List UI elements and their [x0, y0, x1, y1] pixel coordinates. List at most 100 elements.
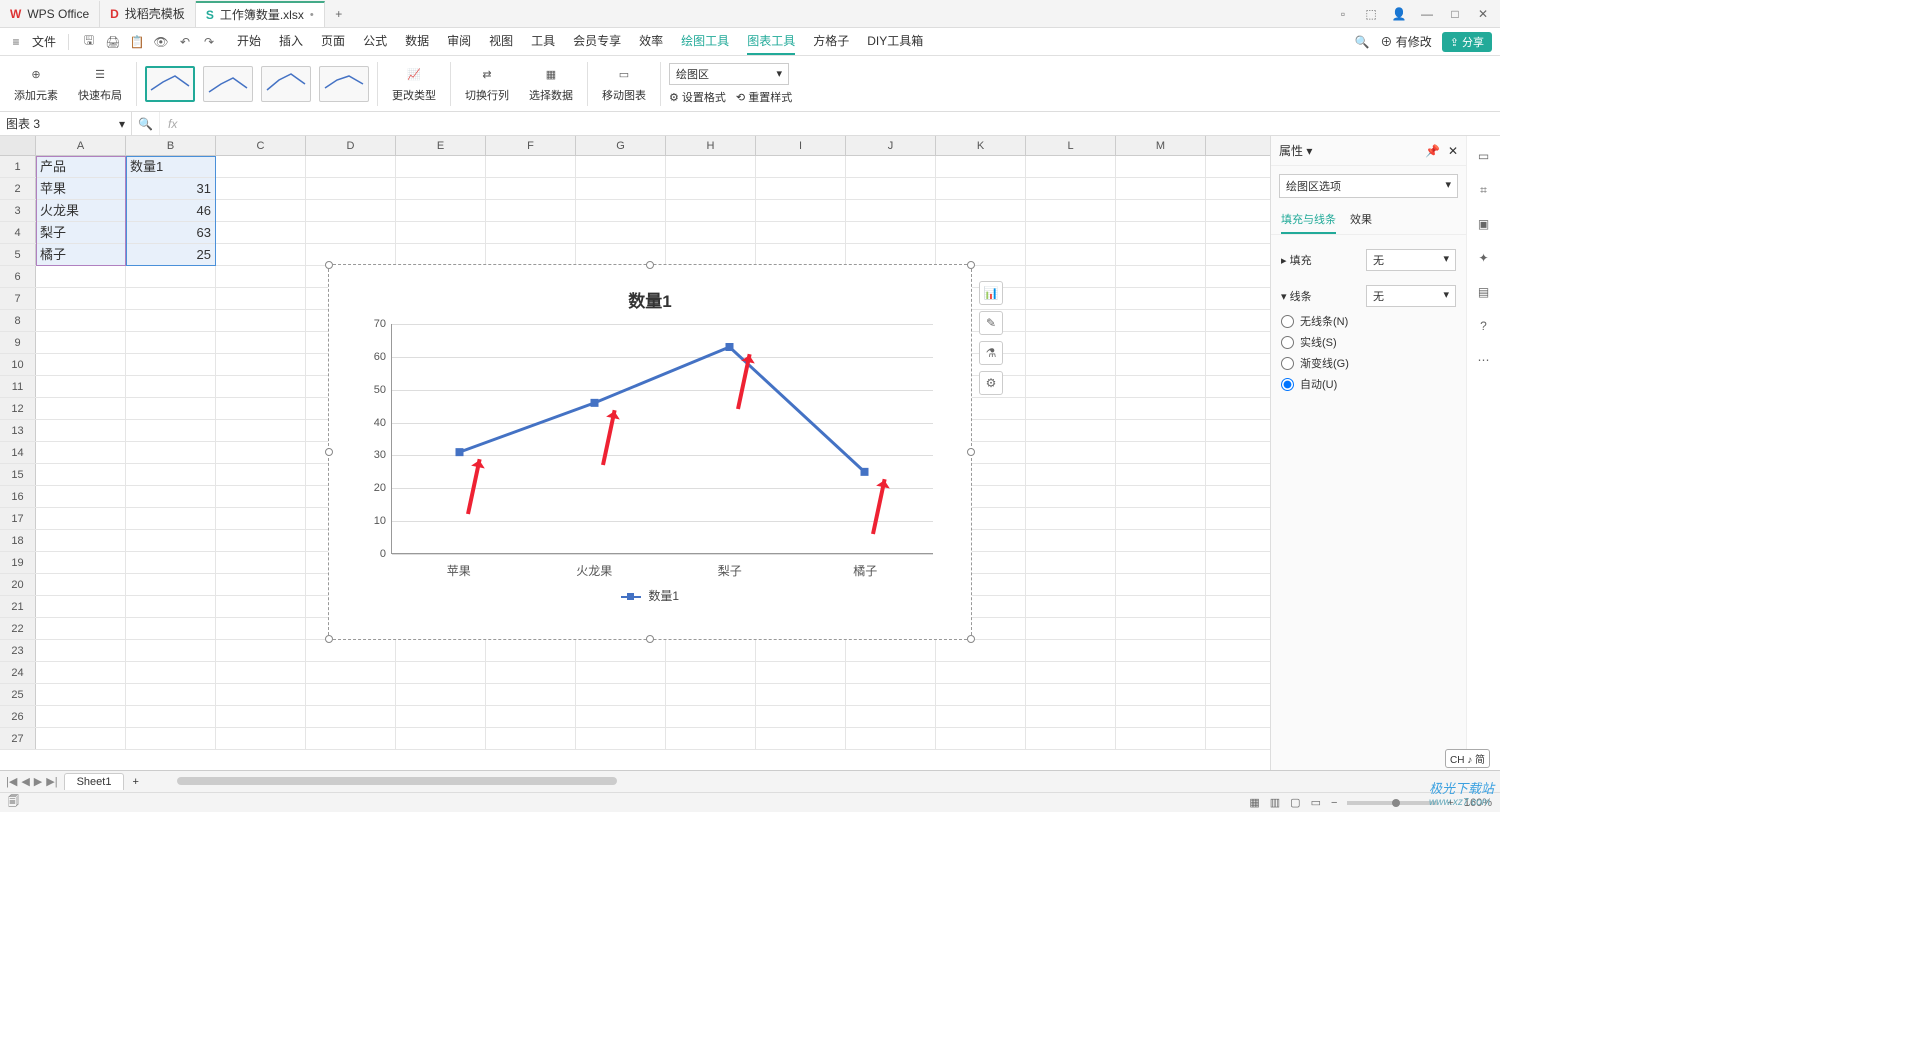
cell-M15[interactable] — [1116, 464, 1206, 485]
cell-M21[interactable] — [1116, 596, 1206, 617]
cell-F24[interactable] — [486, 662, 576, 683]
cell-C11[interactable] — [216, 376, 306, 397]
side-tool-4[interactable]: ▤ — [1474, 282, 1494, 302]
cell-B24[interactable] — [126, 662, 216, 683]
row-header-13[interactable]: 13 — [0, 420, 36, 441]
cell-M1[interactable] — [1116, 156, 1206, 177]
cell-M2[interactable] — [1116, 178, 1206, 199]
cell-C6[interactable] — [216, 266, 306, 287]
cell-C27[interactable] — [216, 728, 306, 749]
cell-C25[interactable] — [216, 684, 306, 705]
cell-D26[interactable] — [306, 706, 396, 727]
cell-L1[interactable] — [1026, 156, 1116, 177]
cell-B7[interactable] — [126, 288, 216, 309]
cell-E23[interactable] — [396, 640, 486, 661]
cell-B20[interactable] — [126, 574, 216, 595]
cell-L13[interactable] — [1026, 420, 1116, 441]
chart-object[interactable]: 📊 ✎ ⚗ ⚙ 数量1 010203040506070 苹果火龙果梨子橘子 数量… — [328, 264, 972, 640]
cell-A18[interactable] — [36, 530, 126, 551]
side-tool-5[interactable]: ? — [1474, 316, 1494, 336]
row-header-7[interactable]: 7 — [0, 288, 36, 309]
cell-B11[interactable] — [126, 376, 216, 397]
cell-J23[interactable] — [846, 640, 936, 661]
line-radio-3[interactable]: 自动(U) — [1281, 376, 1456, 392]
chart-filter-button[interactable]: ⚗ — [979, 341, 1003, 365]
cell-B4[interactable]: 63 — [126, 222, 216, 243]
view-normal-icon[interactable]: ▦ — [1249, 796, 1259, 809]
cell-M5[interactable] — [1116, 244, 1206, 265]
menu-tab-4[interactable]: 数据 — [405, 28, 429, 55]
cell-L20[interactable] — [1026, 574, 1116, 595]
cell-G2[interactable] — [576, 178, 666, 199]
col-header-J[interactable]: J — [846, 136, 936, 155]
cell-G4[interactable] — [576, 222, 666, 243]
cell-B25[interactable] — [126, 684, 216, 705]
horizontal-scrollbar[interactable] — [157, 777, 1490, 787]
cell-B19[interactable] — [126, 552, 216, 573]
col-header-B[interactable]: B — [126, 136, 216, 155]
cell-E1[interactable] — [396, 156, 486, 177]
menu-tab-1[interactable]: 插入 — [279, 28, 303, 55]
cell-A11[interactable] — [36, 376, 126, 397]
cell-D2[interactable] — [306, 178, 396, 199]
cell-G23[interactable] — [576, 640, 666, 661]
cell-L4[interactable] — [1026, 222, 1116, 243]
cell-F5[interactable] — [486, 244, 576, 265]
cell-C22[interactable] — [216, 618, 306, 639]
cell-E26[interactable] — [396, 706, 486, 727]
cell-K24[interactable] — [936, 662, 1026, 683]
cell-I3[interactable] — [756, 200, 846, 221]
chart-style-4[interactable] — [319, 66, 369, 102]
cell-G25[interactable] — [576, 684, 666, 705]
tab-wps[interactable]: W WPS Office — [0, 1, 100, 27]
row-header-25[interactable]: 25 — [0, 684, 36, 705]
sheet-add-button[interactable]: + — [124, 776, 146, 788]
row-header-1[interactable]: 1 — [0, 156, 36, 177]
cell-H5[interactable] — [666, 244, 756, 265]
row-header-27[interactable]: 27 — [0, 728, 36, 749]
cell-A15[interactable] — [36, 464, 126, 485]
cell-J24[interactable] — [846, 662, 936, 683]
cell-D1[interactable] — [306, 156, 396, 177]
cell-M4[interactable] — [1116, 222, 1206, 243]
cell-I24[interactable] — [756, 662, 846, 683]
row-header-14[interactable]: 14 — [0, 442, 36, 463]
cell-H26[interactable] — [666, 706, 756, 727]
cell-B1[interactable]: 数量1 — [126, 156, 216, 177]
col-header-H[interactable]: H — [666, 136, 756, 155]
cell-A17[interactable] — [36, 508, 126, 529]
cell-M6[interactable] — [1116, 266, 1206, 287]
cell-D23[interactable] — [306, 640, 396, 661]
side-tool-1[interactable]: ⌗ — [1474, 180, 1494, 200]
cell-A20[interactable] — [36, 574, 126, 595]
cell-A8[interactable] — [36, 310, 126, 331]
nav-next-icon[interactable]: ▶ — [34, 775, 42, 788]
tab-template[interactable]: D 找稻壳模板 — [100, 1, 196, 27]
cell-C9[interactable] — [216, 332, 306, 353]
col-header-L[interactable]: L — [1026, 136, 1116, 155]
cell-A27[interactable] — [36, 728, 126, 749]
cell-B10[interactable] — [126, 354, 216, 375]
row-header-20[interactable]: 20 — [0, 574, 36, 595]
cell-E4[interactable] — [396, 222, 486, 243]
print-preview-icon[interactable]: 📋 — [129, 35, 145, 49]
pin-icon[interactable]: 📌 — [1425, 144, 1440, 158]
cell-E27[interactable] — [396, 728, 486, 749]
view-full-icon[interactable]: ▭ — [1311, 796, 1321, 809]
cell-L2[interactable] — [1026, 178, 1116, 199]
cell-M19[interactable] — [1116, 552, 1206, 573]
cell-A7[interactable] — [36, 288, 126, 309]
cell-B2[interactable]: 31 — [126, 178, 216, 199]
cell-B9[interactable] — [126, 332, 216, 353]
cell-C7[interactable] — [216, 288, 306, 309]
resize-handle[interactable] — [325, 261, 333, 269]
cell-A3[interactable]: 火龙果 — [36, 200, 126, 221]
view-page-icon[interactable]: ▥ — [1270, 796, 1280, 809]
cell-B26[interactable] — [126, 706, 216, 727]
col-header-D[interactable]: D — [306, 136, 396, 155]
resize-handle[interactable] — [325, 448, 333, 456]
minimize-button[interactable]: — — [1418, 7, 1436, 21]
add-element-button[interactable]: ⊕ 添加元素 — [8, 65, 64, 103]
cell-B8[interactable] — [126, 310, 216, 331]
cell-A22[interactable] — [36, 618, 126, 639]
